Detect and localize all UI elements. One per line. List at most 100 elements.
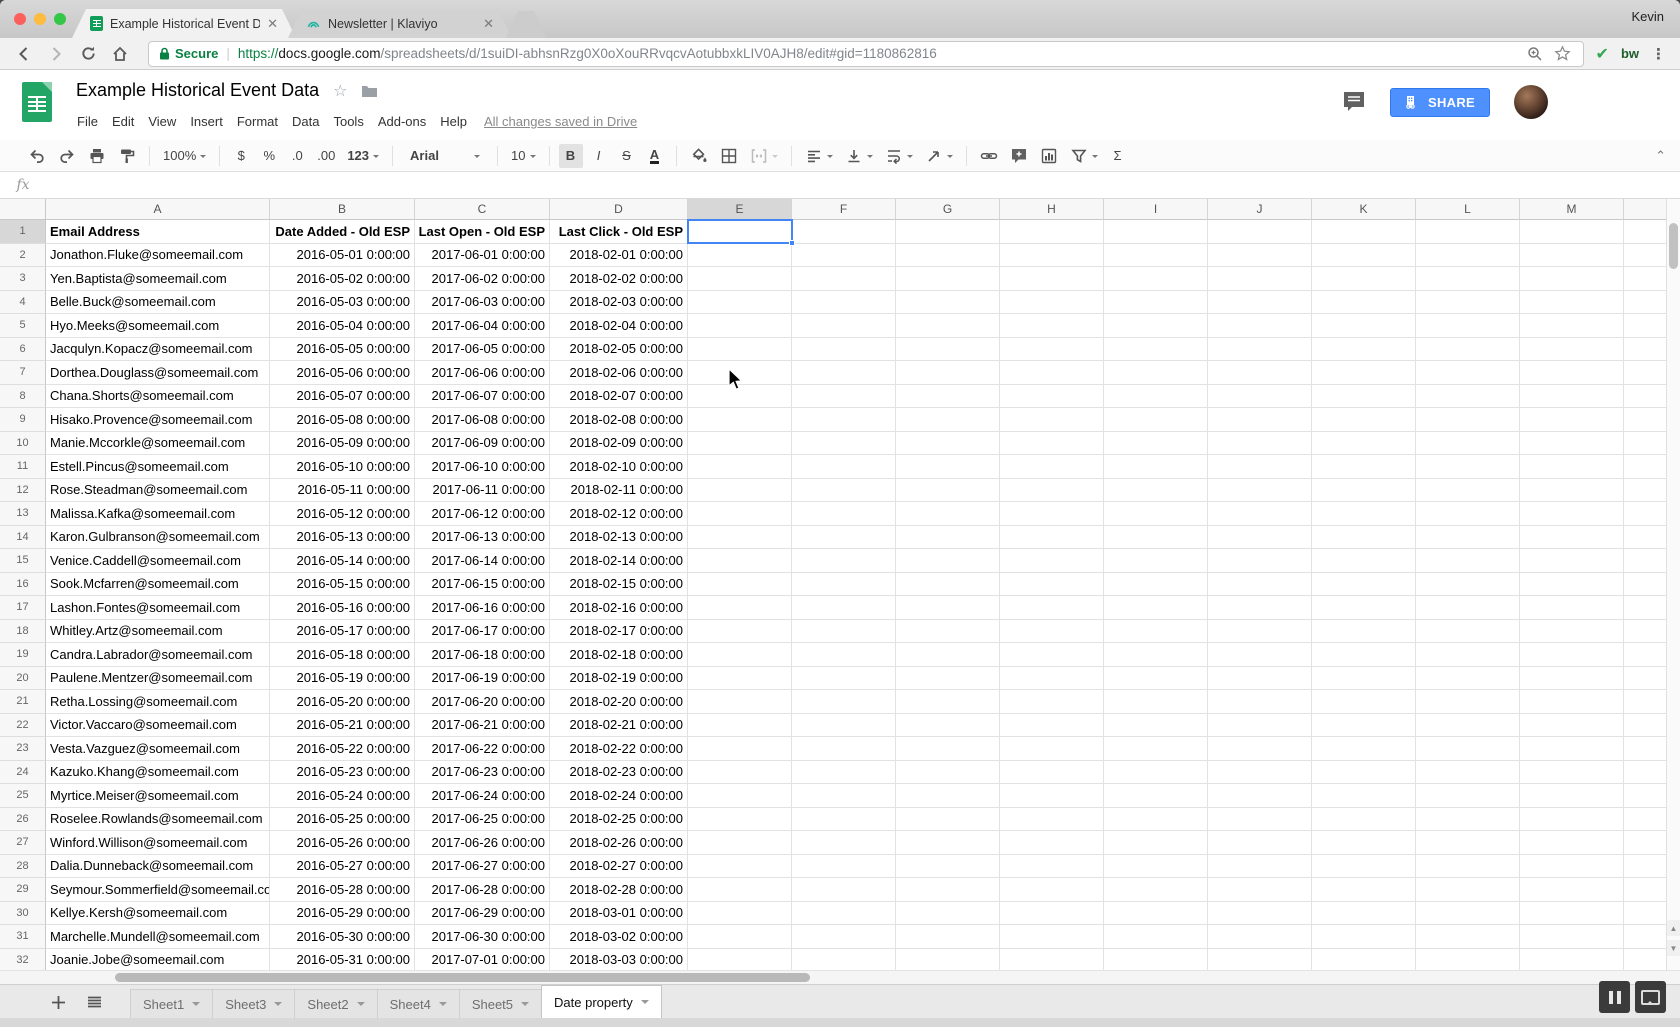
cell-k19[interactable] xyxy=(1312,643,1416,667)
sheet-tab-sheet2[interactable]: Sheet2 xyxy=(294,989,377,1018)
sheet-tab-menu-icon[interactable] xyxy=(521,1002,529,1010)
cell-h1[interactable] xyxy=(1000,220,1104,244)
cell-g4[interactable] xyxy=(896,291,1000,315)
cell-k3[interactable] xyxy=(1312,267,1416,291)
column-header-f[interactable]: F xyxy=(792,199,896,220)
cell-b26[interactable]: 2016-05-25 0:00:00 xyxy=(270,808,415,832)
horizontal-scrollbar-thumb[interactable] xyxy=(115,973,810,982)
cell-i18[interactable] xyxy=(1104,620,1208,644)
cell-j14[interactable] xyxy=(1208,526,1312,550)
strikethrough-button[interactable]: S xyxy=(615,144,639,168)
cell-l14[interactable] xyxy=(1416,526,1520,550)
cell-a13[interactable]: Malissa.Kafka@someemail.com xyxy=(46,502,270,526)
cell-g3[interactable] xyxy=(896,267,1000,291)
cell-d11[interactable]: 2018-02-10 0:00:00 xyxy=(550,455,688,479)
cell-c17[interactable]: 2017-06-16 0:00:00 xyxy=(415,596,550,620)
cell-f13[interactable] xyxy=(792,502,896,526)
cell-d32[interactable]: 2018-03-03 0:00:00 xyxy=(550,949,688,971)
cell-a22[interactable]: Victor.Vaccaro@someemail.com xyxy=(46,714,270,738)
borders-button[interactable] xyxy=(716,144,742,168)
cell-d13[interactable]: 2018-02-12 0:00:00 xyxy=(550,502,688,526)
menu-tools[interactable]: Tools xyxy=(326,110,370,133)
cell-d15[interactable]: 2018-02-14 0:00:00 xyxy=(550,549,688,573)
cell-e21[interactable] xyxy=(688,690,792,714)
cell-l28[interactable] xyxy=(1416,855,1520,879)
cell-e12[interactable] xyxy=(688,479,792,503)
cell-h29[interactable] xyxy=(1000,878,1104,902)
cell-b10[interactable]: 2016-05-09 0:00:00 xyxy=(270,432,415,456)
row-number-29[interactable]: 29 xyxy=(0,878,46,902)
cell-i10[interactable] xyxy=(1104,432,1208,456)
cell-c6[interactable]: 2017-06-05 0:00:00 xyxy=(415,338,550,362)
cell-k22[interactable] xyxy=(1312,714,1416,738)
cell-a5[interactable]: Hyo.Meeks@someemail.com xyxy=(46,314,270,338)
horizontal-align-button[interactable] xyxy=(801,144,837,168)
cell-e17[interactable] xyxy=(688,596,792,620)
cell-e6[interactable] xyxy=(688,338,792,362)
cell-j7[interactable] xyxy=(1208,361,1312,385)
sheet-tab-menu-icon[interactable] xyxy=(274,1002,282,1010)
cell-h7[interactable] xyxy=(1000,361,1104,385)
cell-a4[interactable]: Belle.Buck@someemail.com xyxy=(46,291,270,315)
cell-f8[interactable] xyxy=(792,385,896,409)
cell-g9[interactable] xyxy=(896,408,1000,432)
cell-m32[interactable] xyxy=(1520,949,1624,971)
column-header-a[interactable]: A xyxy=(46,199,270,220)
cell-i29[interactable] xyxy=(1104,878,1208,902)
cell-h11[interactable] xyxy=(1000,455,1104,479)
close-window-button[interactable] xyxy=(14,13,26,25)
row-number-9[interactable]: 9 xyxy=(0,408,46,432)
cell-b9[interactable]: 2016-05-08 0:00:00 xyxy=(270,408,415,432)
cell-j1[interactable] xyxy=(1208,220,1312,244)
cell-j16[interactable] xyxy=(1208,573,1312,597)
undo-button[interactable] xyxy=(24,144,50,168)
cell-f16[interactable] xyxy=(792,573,896,597)
cell-k14[interactable] xyxy=(1312,526,1416,550)
cell-g2[interactable] xyxy=(896,244,1000,268)
cell-h30[interactable] xyxy=(1000,902,1104,926)
cell-d20[interactable]: 2018-02-19 0:00:00 xyxy=(550,667,688,691)
sheet-tab-menu-icon[interactable] xyxy=(439,1002,447,1010)
cell-d9[interactable]: 2018-02-08 0:00:00 xyxy=(550,408,688,432)
cell-k26[interactable] xyxy=(1312,808,1416,832)
cell-d31[interactable]: 2018-03-02 0:00:00 xyxy=(550,925,688,949)
cell-b8[interactable]: 2016-05-07 0:00:00 xyxy=(270,385,415,409)
cell-e29[interactable] xyxy=(688,878,792,902)
cell-d2[interactable]: 2018-02-01 0:00:00 xyxy=(550,244,688,268)
insert-comment-button[interactable] xyxy=(1006,144,1032,168)
cell-a9[interactable]: Hisako.Provence@someemail.com xyxy=(46,408,270,432)
cell-g6[interactable] xyxy=(896,338,1000,362)
cell-d30[interactable]: 2018-03-01 0:00:00 xyxy=(550,902,688,926)
zoom-select[interactable]: 100% xyxy=(159,144,210,168)
cell-m16[interactable] xyxy=(1520,573,1624,597)
cell-a24[interactable]: Kazuko.Khang@someemail.com xyxy=(46,761,270,785)
cell-j11[interactable] xyxy=(1208,455,1312,479)
cell-m21[interactable] xyxy=(1520,690,1624,714)
cell-m1[interactable] xyxy=(1520,220,1624,244)
cell-j23[interactable] xyxy=(1208,737,1312,761)
cell-a11[interactable]: Estell.Pincus@someemail.com xyxy=(46,455,270,479)
cell-b32[interactable]: 2016-05-31 0:00:00 xyxy=(270,949,415,971)
back-icon[interactable] xyxy=(14,44,34,64)
column-header-e[interactable]: E xyxy=(688,199,792,220)
merge-cells-button[interactable] xyxy=(746,144,782,168)
cell-m24[interactable] xyxy=(1520,761,1624,785)
cell-k28[interactable] xyxy=(1312,855,1416,879)
cell-m30[interactable] xyxy=(1520,902,1624,926)
cell-i11[interactable] xyxy=(1104,455,1208,479)
cell-j26[interactable] xyxy=(1208,808,1312,832)
cell-g1[interactable] xyxy=(896,220,1000,244)
cell-g14[interactable] xyxy=(896,526,1000,550)
cell-f27[interactable] xyxy=(792,831,896,855)
column-header-c[interactable]: C xyxy=(415,199,550,220)
cell-m3[interactable] xyxy=(1520,267,1624,291)
menu-file[interactable]: File xyxy=(70,110,105,133)
sheet-tab-sheet1[interactable]: Sheet1 xyxy=(130,989,213,1018)
cell-i9[interactable] xyxy=(1104,408,1208,432)
cell-j2[interactable] xyxy=(1208,244,1312,268)
cell-l24[interactable] xyxy=(1416,761,1520,785)
sheet-tab-menu-icon[interactable] xyxy=(357,1002,365,1010)
sheet-tab-sheet4[interactable]: Sheet4 xyxy=(377,989,460,1018)
move-to-folder-icon[interactable] xyxy=(361,84,378,98)
cell-g30[interactable] xyxy=(896,902,1000,926)
